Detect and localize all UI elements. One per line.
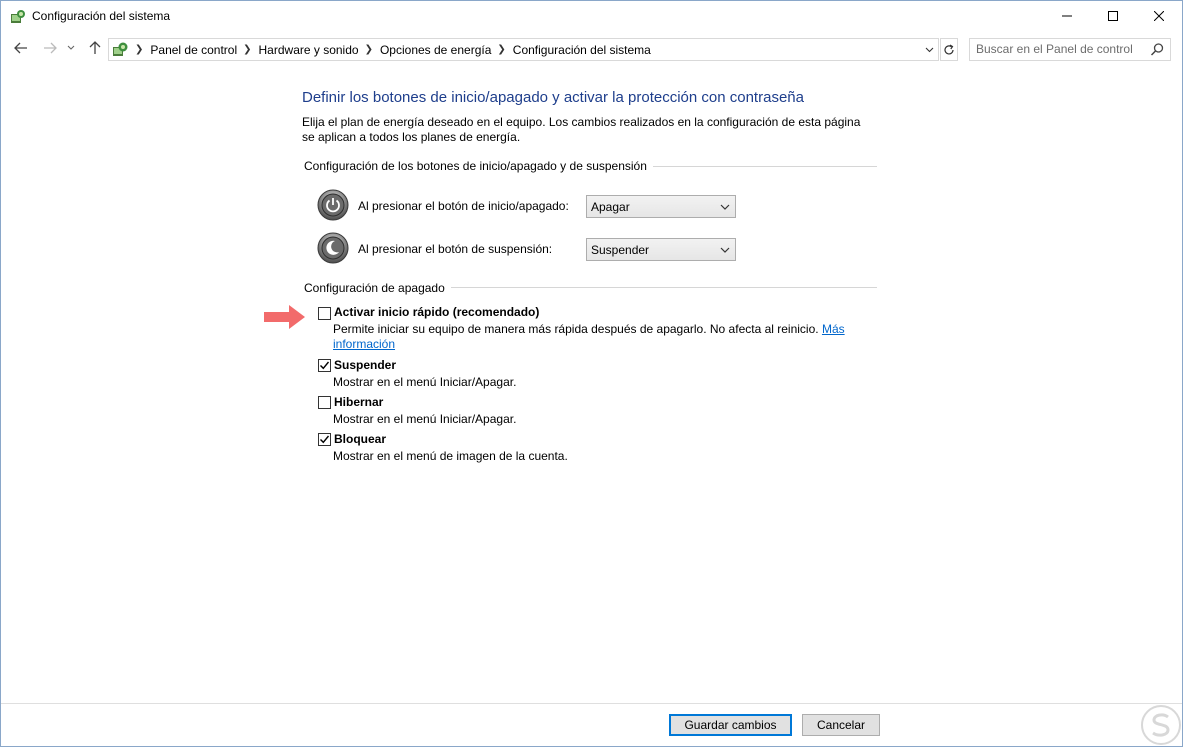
save-changes-button[interactable]: Guardar cambios xyxy=(669,714,792,736)
chevron-down-icon xyxy=(925,47,933,52)
breadcrumb-separator-icon: ❯ xyxy=(135,44,144,55)
chevron-down-icon xyxy=(67,45,75,50)
sleep-button-action-select[interactable]: Suspender xyxy=(586,238,736,261)
breadcrumb-panel-de-control[interactable]: Panel de control xyxy=(150,43,237,57)
page-description: Elija el plan de energía deseado en el e… xyxy=(302,115,861,144)
maximize-icon xyxy=(1108,11,1118,21)
sleep-option-label[interactable]: Suspender xyxy=(334,358,396,372)
hibernate-option-description: Mostrar en el menú Iniciar/Apagar. xyxy=(333,412,517,426)
control-panel-window: Configuración del sistema ❯ Panel de con… xyxy=(0,0,1183,747)
power-button-icon xyxy=(317,189,349,221)
sleep-button-action-value: Suspender xyxy=(591,242,650,257)
control-panel-icon xyxy=(113,42,128,56)
close-icon xyxy=(1154,11,1164,21)
breadcrumb-separator-icon: ❯ xyxy=(243,44,252,55)
cancel-button[interactable]: Cancelar xyxy=(802,714,880,736)
more-info-link[interactable]: Más xyxy=(822,322,845,336)
footer-divider xyxy=(1,703,1182,704)
refresh-icon xyxy=(944,43,954,54)
power-button-label: Al presionar el botón de inicio/apagado: xyxy=(358,199,569,213)
sleep-button-label: Al presionar el botón de suspensión: xyxy=(358,242,553,256)
lock-option-description: Mostrar en el menú de imagen de la cuent… xyxy=(333,449,568,463)
power-button-action-select[interactable]: Apagar xyxy=(586,195,736,218)
shutdown-section-title: Configuración de apagado xyxy=(304,281,445,295)
search-box xyxy=(969,38,1171,61)
back-button[interactable] xyxy=(11,38,31,58)
checkmark-icon xyxy=(320,435,330,444)
hibernate-checkbox[interactable] xyxy=(318,396,331,409)
fast-startup-label[interactable]: Activar inicio rápido (recomendado) xyxy=(334,305,539,319)
fast-startup-description: Permite iniciar su equipo de manera más … xyxy=(333,322,853,352)
minimize-icon xyxy=(1062,15,1072,17)
address-bar[interactable]: ❯ Panel de control ❯ Hardware y sonido ❯… xyxy=(108,38,939,61)
refresh-button[interactable] xyxy=(940,38,958,61)
page-title: Definir los botones de inicio/apagado y … xyxy=(302,89,804,106)
checkmark-icon xyxy=(320,361,330,370)
sleep-option-description: Mostrar en el menú Iniciar/Apagar. xyxy=(333,375,517,389)
breadcrumb-configuracion-del-sistema[interactable]: Configuración del sistema xyxy=(513,43,651,57)
breadcrumb-hardware-y-sonido[interactable]: Hardware y sonido xyxy=(259,43,359,57)
chevron-down-icon xyxy=(720,247,730,253)
address-history-button[interactable] xyxy=(920,39,938,60)
power-button-action-value: Apagar xyxy=(591,199,630,214)
sleep-checkbox[interactable] xyxy=(318,359,331,372)
section-divider xyxy=(451,287,877,288)
breadcrumb-opciones-de-energia[interactable]: Opciones de energía xyxy=(380,43,491,57)
power-options-app-icon xyxy=(11,10,25,23)
arrow-right-icon xyxy=(44,42,57,54)
main-content: Definir los botones de inicio/apagado y … xyxy=(1,71,1182,701)
navigation-bar: ❯ Panel de control ❯ Hardware y sonido ❯… xyxy=(1,35,1182,63)
window-title: Configuración del sistema xyxy=(32,9,171,23)
annotation-arrow-icon xyxy=(264,305,305,329)
lock-option-label[interactable]: Bloquear xyxy=(334,432,386,446)
sleep-button-icon xyxy=(317,232,349,264)
breadcrumb-separator-icon: ❯ xyxy=(497,44,506,55)
maximize-button[interactable] xyxy=(1090,1,1136,31)
title-bar: Configuración del sistema xyxy=(1,1,1182,32)
search-input[interactable] xyxy=(976,42,1146,56)
arrow-left-icon xyxy=(14,42,27,54)
arrow-up-icon xyxy=(89,41,101,54)
hibernate-option-label[interactable]: Hibernar xyxy=(334,395,383,409)
section-divider xyxy=(653,166,877,167)
breadcrumb-separator-icon: ❯ xyxy=(364,44,373,55)
search-icon[interactable] xyxy=(1150,42,1165,57)
watermark-logo-icon xyxy=(1141,705,1181,745)
more-info-link-continued[interactable]: información xyxy=(333,337,395,351)
power-buttons-section-title: Configuración de los botones de inicio/a… xyxy=(304,159,647,173)
close-button[interactable] xyxy=(1136,1,1182,31)
forward-button[interactable] xyxy=(40,38,60,58)
recent-locations-button[interactable] xyxy=(64,38,78,58)
up-button[interactable] xyxy=(85,38,105,58)
minimize-button[interactable] xyxy=(1044,1,1090,31)
chevron-down-icon xyxy=(720,204,730,210)
fast-startup-description-text: Permite iniciar su equipo de manera más … xyxy=(333,322,819,336)
fast-startup-checkbox[interactable] xyxy=(318,307,331,320)
lock-checkbox[interactable] xyxy=(318,433,331,446)
